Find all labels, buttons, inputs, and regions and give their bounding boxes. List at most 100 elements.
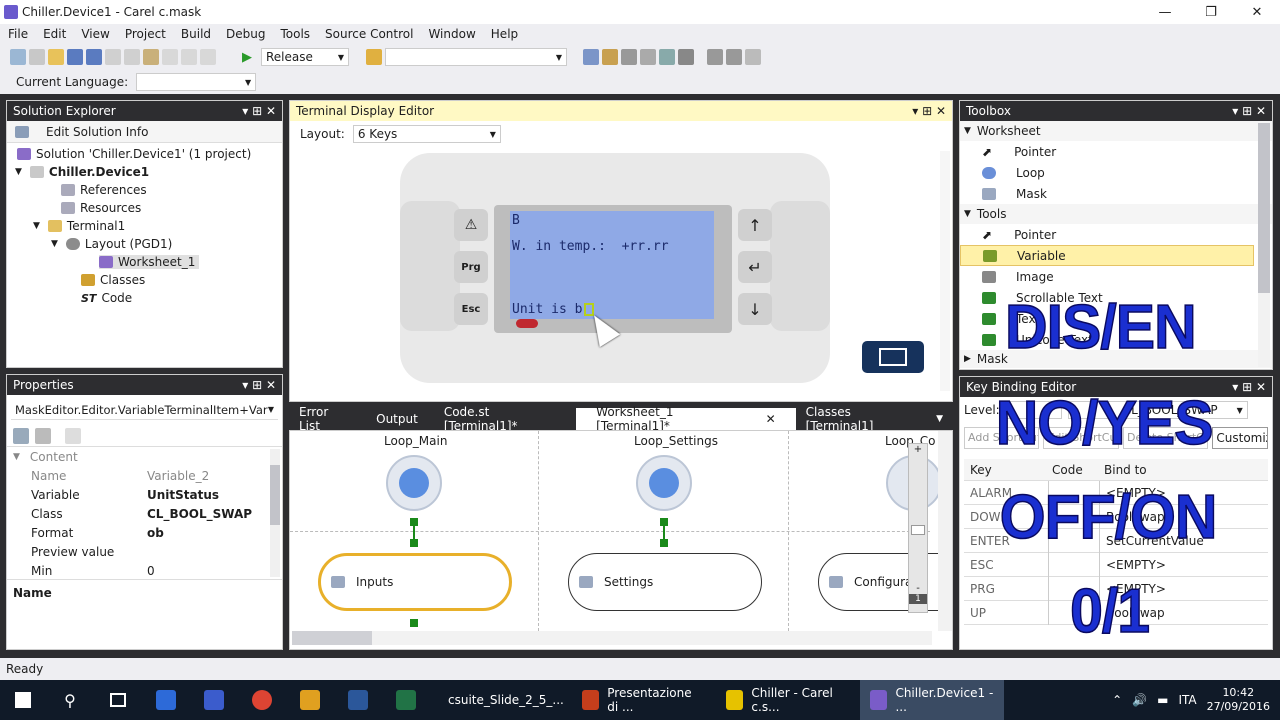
table-row[interactable]: ESC <EMPTY> — [964, 552, 1268, 577]
save-all-icon[interactable] — [86, 49, 102, 65]
edit-solution-info-button[interactable]: Edit Solution Info — [46, 125, 148, 139]
taskbar-word[interactable] — [334, 680, 382, 720]
collapse-icon[interactable]: ▼ — [33, 221, 40, 231]
search-combo[interactable]: ▼ — [385, 48, 567, 66]
down-key[interactable]: ↓ — [738, 293, 772, 325]
task-view-button[interactable] — [94, 680, 142, 720]
lcd-line-1[interactable]: B — [512, 213, 520, 228]
menu-file[interactable]: File — [8, 27, 28, 41]
property-row[interactable]: Name Variable_2 — [7, 466, 282, 485]
navigate-icon[interactable] — [200, 49, 216, 65]
bind-cell[interactable]: <EMPTY> — [1100, 558, 1166, 572]
zoom-slider[interactable]: + - 1 — [908, 443, 928, 613]
redo-icon[interactable] — [181, 49, 197, 65]
add-item-icon[interactable] — [29, 49, 45, 65]
tool-h-icon[interactable] — [745, 49, 761, 65]
connector-port[interactable] — [410, 619, 418, 627]
toolbox-group-tools[interactable]: ▼ Tools — [960, 204, 1272, 224]
loop-icon[interactable] — [636, 455, 692, 511]
tab-output[interactable]: Output — [366, 412, 428, 426]
paste-icon[interactable] — [143, 49, 159, 65]
minimize-button[interactable]: — — [1142, 0, 1188, 24]
menu-source-control[interactable]: Source Control — [325, 27, 413, 41]
search-button[interactable]: ⚲ — [46, 680, 94, 720]
panel-controls[interactable]: ▾ ⊞ ✕ — [1232, 380, 1266, 394]
start-icon[interactable]: ▶ — [242, 50, 252, 65]
toolbox-item-pointer[interactable]: ⬈ Pointer — [960, 141, 1272, 162]
tool-c-icon[interactable] — [640, 49, 656, 65]
tray-chevron-icon[interactable]: ⌃ — [1112, 693, 1122, 707]
menu-tools[interactable]: Tools — [280, 27, 310, 41]
configuration-select[interactable]: Release ▼ — [261, 48, 349, 66]
alphabetical-icon[interactable] — [35, 427, 51, 444]
categorized-icon[interactable] — [13, 427, 29, 444]
taskbar-store[interactable] — [142, 680, 190, 720]
horizontal-scrollbar[interactable] — [292, 631, 932, 645]
start-button[interactable] — [0, 680, 46, 720]
worksheet-node-settings[interactable]: Settings — [568, 553, 762, 611]
tree-item-worksheet[interactable]: Worksheet_1 — [7, 253, 282, 271]
tree-item-classes[interactable]: Classes — [7, 271, 282, 289]
save-icon[interactable] — [67, 49, 83, 65]
property-row[interactable]: Preview value — [7, 542, 282, 561]
zoom-thumb[interactable] — [911, 525, 925, 535]
panel-controls[interactable]: ▾ ⊞ ✕ — [1232, 104, 1266, 118]
selected-variable-box[interactable] — [584, 303, 594, 316]
open-folder-icon[interactable] — [48, 49, 64, 65]
category-row[interactable]: ▼ Content — [7, 447, 282, 466]
tool-a-icon[interactable] — [583, 49, 599, 65]
network-icon[interactable]: ▬ — [1157, 693, 1168, 707]
prg-key[interactable]: Prg — [454, 251, 488, 283]
taskbar-save-app[interactable] — [190, 680, 238, 720]
up-key[interactable]: ↑ — [738, 209, 772, 241]
alarm-key[interactable]: ⚠ — [454, 209, 488, 241]
tab-error-list[interactable]: Error List — [289, 405, 360, 433]
panel-controls[interactable]: ▾ ⊞ ✕ — [242, 104, 276, 118]
maximize-button[interactable]: ❐ — [1188, 0, 1234, 24]
collapse-icon[interactable]: ▼ — [51, 239, 58, 249]
layout-select[interactable]: 6 Keys ▼ — [352, 125, 501, 143]
property-row[interactable]: Format ob — [7, 523, 282, 542]
connector-port[interactable] — [410, 518, 418, 526]
customize-button[interactable]: Customiz — [1212, 427, 1269, 449]
menu-project[interactable]: Project — [125, 27, 166, 41]
panel-controls[interactable]: ▾ ⊞ ✕ — [242, 378, 276, 392]
property-pages-icon[interactable] — [65, 427, 81, 444]
copy-icon[interactable] — [124, 49, 140, 65]
menu-help[interactable]: Help — [491, 27, 518, 41]
tree-item-resources[interactable]: Resources — [7, 199, 282, 217]
fullscreen-button[interactable] — [862, 341, 924, 373]
lcd-line-2[interactable]: W. in temp.: +rr.rr — [512, 239, 669, 254]
property-scrollbar[interactable] — [270, 449, 280, 577]
object-selector[interactable]: MaskEditor.Editor.VariableTerminalItem+V… — [11, 400, 278, 420]
toolbox-item-pointer-tool[interactable]: ⬈ Pointer — [960, 224, 1272, 245]
property-row[interactable]: Class CL_BOOL_SWAP — [7, 504, 282, 523]
lcd-screen[interactable]: B W. in temp.: +rr.rr Unit is b — [510, 211, 714, 319]
menu-build[interactable]: Build — [181, 27, 211, 41]
editor-scrollbar[interactable] — [940, 151, 950, 391]
tree-item-solution[interactable]: Solution 'Chiller.Device1' (1 project) — [7, 145, 282, 163]
clock[interactable]: 10:42 27/09/2016 — [1207, 686, 1270, 714]
volume-icon[interactable]: 🔊 — [1132, 693, 1147, 707]
toolbox-item-variable[interactable]: Variable — [960, 245, 1254, 266]
taskbar-app-chiller-carel[interactable]: Chiller - Carel c.s... — [716, 680, 860, 720]
tree-item-project[interactable]: ▼ Chiller.Device1 — [7, 163, 282, 181]
menu-window[interactable]: Window — [428, 27, 475, 41]
toolbox-item-mask[interactable]: Mask — [960, 183, 1272, 204]
toolbox-scrollbar[interactable] — [1258, 123, 1270, 367]
tree-item-references[interactable]: References — [7, 181, 282, 199]
taskbar-chrome[interactable] — [238, 680, 286, 720]
toolbox-group-worksheet[interactable]: ▼ Worksheet — [960, 121, 1272, 141]
zoom-in-icon[interactable]: + — [909, 444, 927, 455]
tab-code-st[interactable]: Code.st [Terminal1]* — [434, 405, 570, 433]
cut-icon[interactable] — [105, 49, 121, 65]
loop-icon[interactable] — [386, 455, 442, 511]
panel-controls[interactable]: ▾ ⊞ ✕ — [912, 104, 946, 118]
tool-f-icon[interactable] — [707, 49, 723, 65]
tree-item-code[interactable]: ST Code — [7, 289, 282, 307]
tool-b-icon[interactable] — [602, 49, 618, 65]
new-project-icon[interactable] — [10, 49, 26, 65]
tool-g-icon[interactable] — [726, 49, 742, 65]
worksheet-node-configuration[interactable]: Configuratio — [818, 553, 952, 611]
taskbar-app-chiller-device[interactable]: Chiller.Device1 - ... — [860, 680, 1004, 720]
